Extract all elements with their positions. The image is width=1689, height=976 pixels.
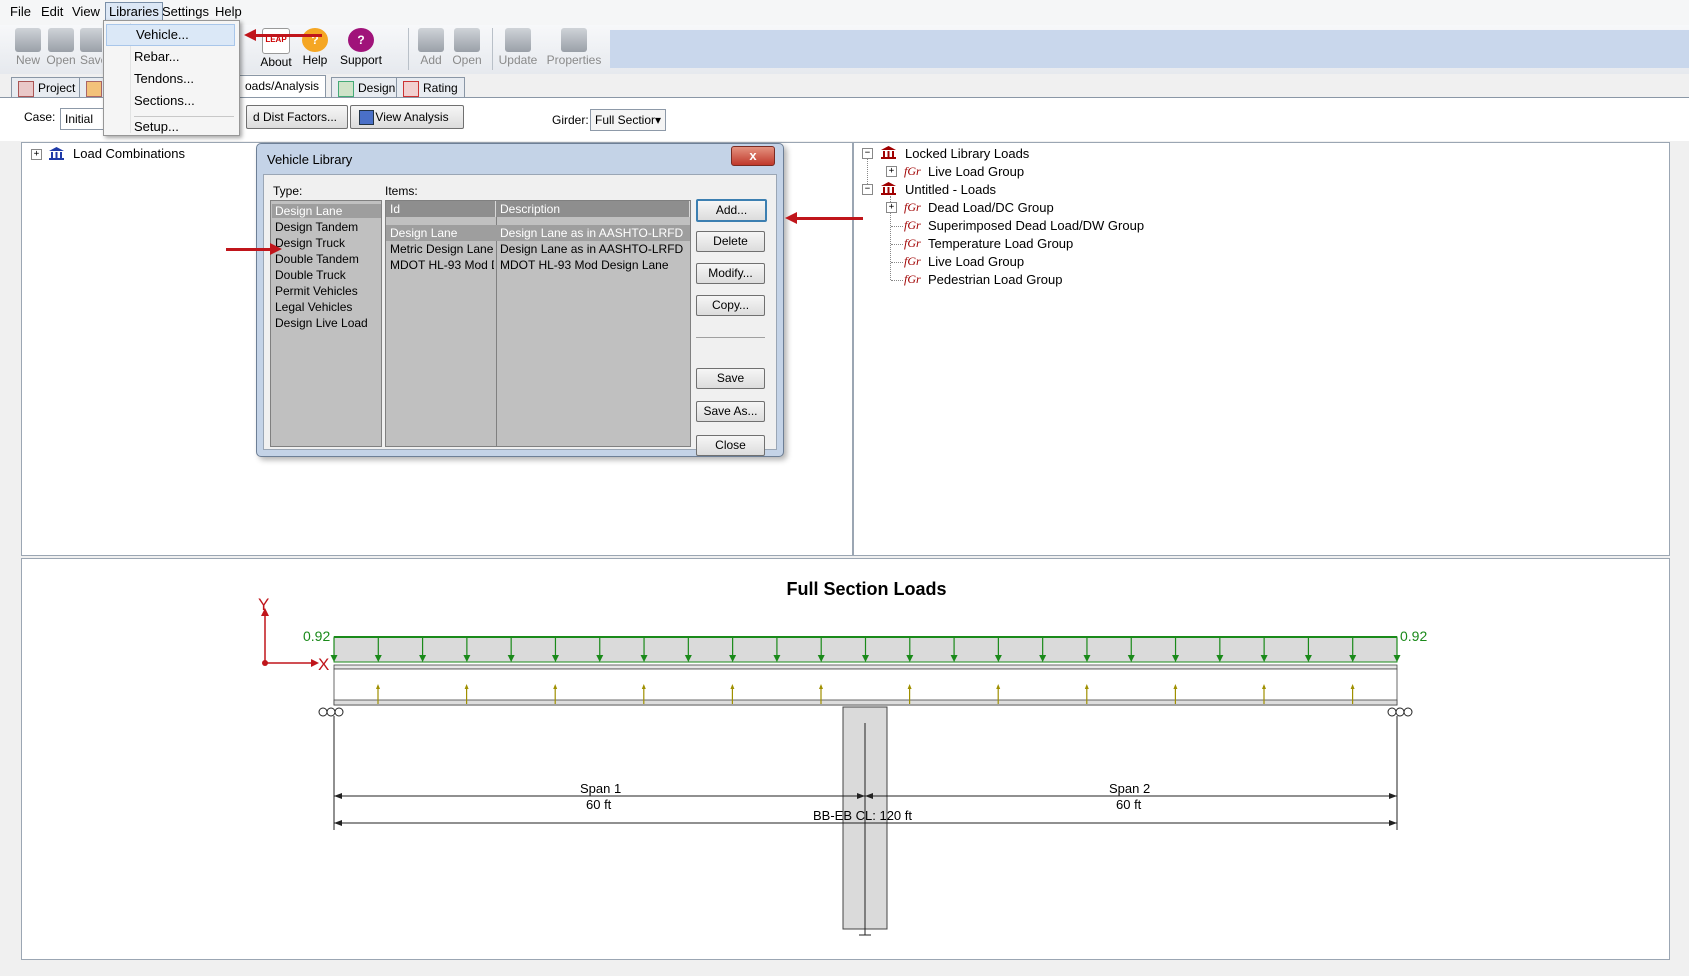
beam-diagram — [261, 608, 1413, 936]
close-button[interactable]: Close — [696, 435, 765, 456]
dialog-title: Vehicle Library — [267, 152, 353, 167]
row-description: Design Lane as in AASHTO-LRFD — [500, 226, 684, 240]
span2-length: 60 ft — [1116, 797, 1142, 812]
items-table[interactable]: Id Description Design Lane Design Lane a… — [385, 200, 691, 447]
column-header-id[interactable]: Id — [386, 201, 496, 217]
dim-arrow — [334, 793, 342, 799]
close-icon: x — [749, 148, 757, 163]
add-button[interactable]: Add... — [696, 199, 767, 222]
type-item[interactable]: Design Tandem — [275, 220, 358, 234]
type-list[interactable]: Design Lane Design Tandem Design Truck D… — [270, 200, 382, 447]
type-item[interactable]: Double Tandem — [275, 252, 359, 266]
span1-label: Span 1 — [580, 781, 622, 796]
dim-arrow — [334, 820, 342, 826]
column-header-description[interactable]: Description — [496, 201, 690, 217]
axis-origin — [262, 660, 268, 666]
row-id: Design Lane — [390, 226, 458, 240]
left-support — [318, 707, 344, 717]
load-value-left: 0.92 — [303, 628, 331, 644]
save-as-button[interactable]: Save As... — [696, 401, 765, 422]
type-label: Type: — [273, 184, 303, 198]
right-support — [1387, 707, 1413, 717]
menu-separator — [134, 116, 234, 117]
type-item[interactable]: Design Truck — [275, 236, 345, 250]
menu-item-tendons[interactable]: Tendons... — [134, 71, 194, 86]
type-item[interactable]: Permit Vehicles — [275, 284, 358, 298]
row-description[interactable]: MDOT HL-93 Mod Design Lane — [500, 258, 669, 272]
column-divider — [496, 217, 497, 446]
items-label: Items: — [385, 184, 418, 198]
girder-web — [333, 668, 1398, 706]
row-id[interactable]: MDOT HL-93 Mod De — [390, 258, 494, 272]
type-item[interactable]: Design Live Load — [275, 316, 368, 330]
span2-label: Span 2 — [1109, 781, 1151, 796]
y-axis-label: Y — [258, 595, 270, 614]
menu-item-rebar[interactable]: Rebar... — [134, 49, 180, 64]
vehicle-library-dialog: Vehicle Library x Type: Items: Design La… — [256, 143, 784, 457]
row-id[interactable]: Metric Design Lane — [390, 242, 494, 256]
dialog-close-button[interactable]: x — [731, 146, 775, 166]
menu-item-setup[interactable]: Setup... — [134, 119, 179, 134]
dialog-body: Type: Items: Design Lane Design Tandem D… — [263, 174, 777, 456]
delete-button[interactable]: Delete — [696, 231, 765, 252]
modify-button[interactable]: Modify... — [696, 263, 765, 284]
annotation-arrow — [226, 243, 282, 255]
type-item[interactable]: Design Lane — [272, 204, 381, 218]
libraries-menu: Vehicle... Rebar... Tendons... Sections.… — [103, 20, 240, 136]
annotation-arrow — [244, 29, 322, 41]
dim-arrow — [1389, 793, 1397, 799]
load-value-right: 0.92 — [1400, 628, 1428, 644]
x-axis-label: X — [318, 655, 330, 674]
annotation-arrow — [785, 212, 863, 224]
deck-slab — [333, 664, 1398, 670]
menu-item-vehicle[interactable]: Vehicle... — [106, 24, 235, 46]
save-button[interactable]: Save — [696, 368, 765, 389]
type-item[interactable]: Legal Vehicles — [275, 300, 352, 314]
copy-button[interactable]: Copy... — [696, 295, 765, 316]
menu-item-sections[interactable]: Sections... — [134, 93, 195, 108]
row-description[interactable]: Design Lane as in AASHTO-LRFD — [500, 242, 683, 256]
girder-bottom-flange — [333, 699, 1398, 706]
button-separator — [696, 337, 765, 338]
span1-length: 60 ft — [586, 797, 612, 812]
dim-arrow — [1389, 820, 1397, 826]
total-length-label: BB-EB CL: 120 ft — [813, 808, 912, 823]
type-item[interactable]: Double Truck — [275, 268, 346, 282]
